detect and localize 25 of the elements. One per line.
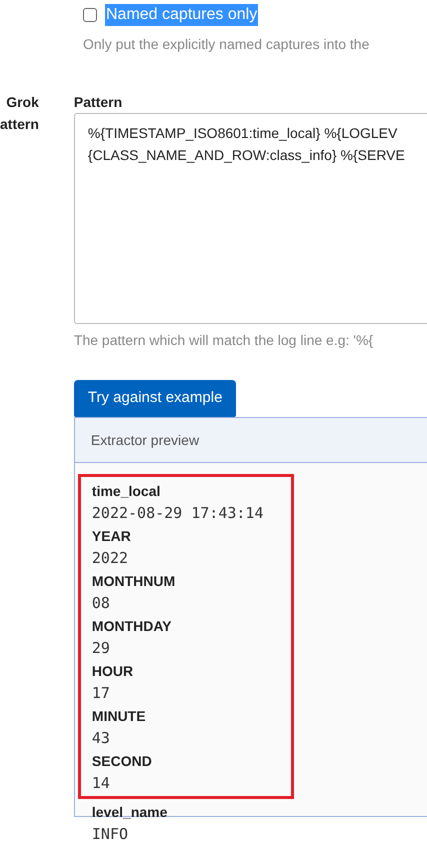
field-name: MONTHDAY	[92, 617, 172, 636]
checkbox[interactable]	[83, 8, 97, 22]
field-name: HOUR	[92, 662, 134, 681]
field-name: time_local	[92, 482, 160, 501]
checkbox-label[interactable]: Named captures only	[105, 4, 258, 26]
field-label: Grok attern	[0, 93, 39, 134]
pattern-input[interactable]: %{TIMESTAMP_ISO8601:time_local} %{LOGLEV {CLASS_NAME_AND_ROW:class_info} %{SERVE	[74, 113, 427, 324]
try-against-example-button[interactable]: Try against example	[74, 380, 236, 417]
field-name: MINUTE	[92, 707, 146, 726]
field-value: 43	[92, 728, 110, 749]
field-value: 2022-08-29 17:43:14	[92, 503, 264, 524]
help-text: Only put the explicitly named captures into the	[83, 35, 370, 54]
field-value: 29	[92, 638, 110, 659]
field-value: 2022	[92, 548, 128, 569]
field-name: MONTHNUM	[92, 572, 176, 591]
field-value: 08	[92, 593, 110, 614]
field-name: YEAR	[92, 527, 131, 546]
help-text: The pattern which will match the log line e.g: '%{	[74, 331, 374, 350]
field-value: 17	[92, 683, 110, 704]
field-name: level_name	[92, 803, 168, 822]
panel-title: Extractor preview	[90, 430, 200, 450]
field-name: SECOND	[92, 752, 152, 771]
field-value: 14	[92, 773, 110, 794]
pattern-label: Pattern	[74, 93, 122, 112]
field-value: INFO	[92, 824, 128, 845]
